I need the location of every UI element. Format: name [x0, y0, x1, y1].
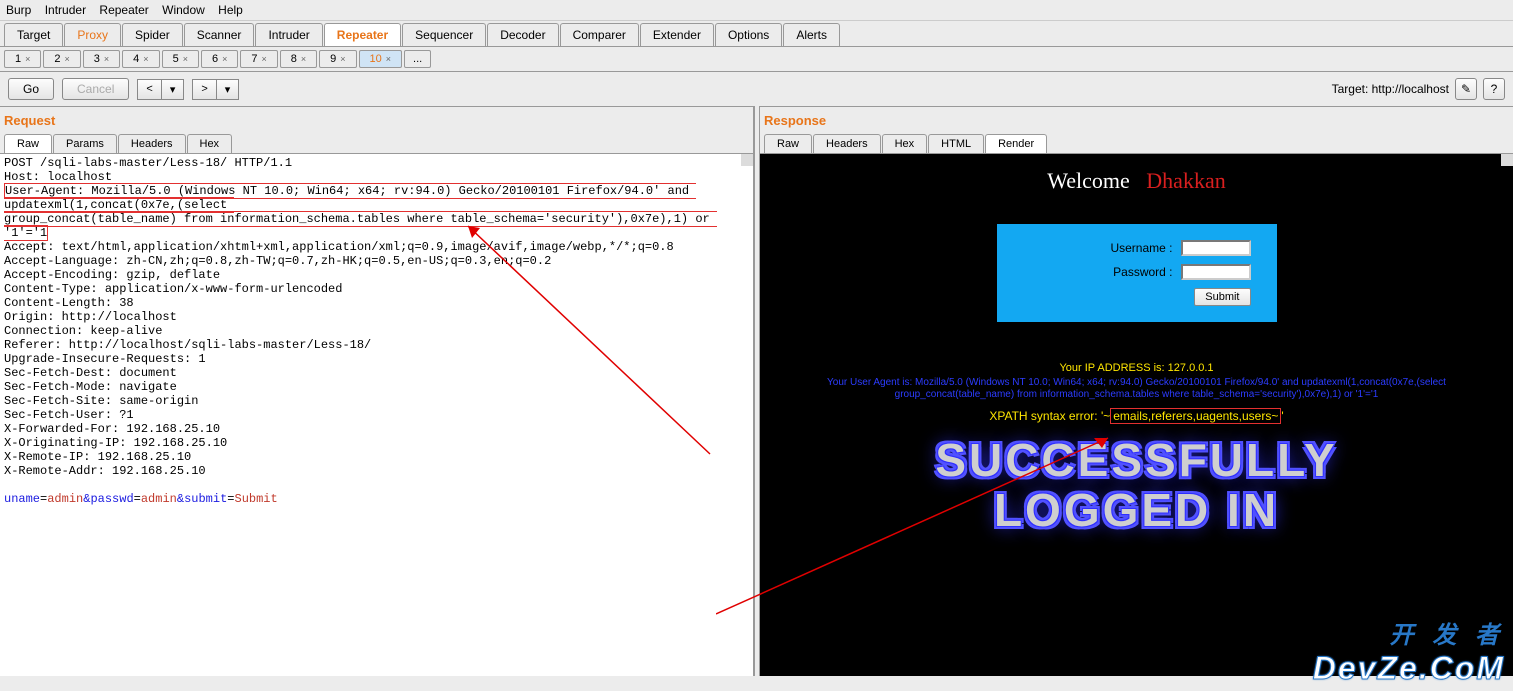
tab-spider[interactable]: Spider: [122, 23, 183, 46]
action-bar: Go Cancel < ▾ > ▾ Target: http://localho…: [0, 72, 1513, 106]
sub-tab-8[interactable]: 8×: [280, 50, 317, 68]
edit-target-button[interactable]: ✎: [1455, 78, 1477, 100]
tab-extender[interactable]: Extender: [640, 23, 714, 46]
sub-tab-9[interactable]: 9×: [319, 50, 356, 68]
request-tab-headers[interactable]: Headers: [118, 134, 186, 153]
close-icon[interactable]: ×: [65, 54, 70, 64]
xpath-leaked-tables: emails,referers,uagents,users~: [1110, 408, 1281, 424]
ip-address-line: Your IP ADDRESS is: 127.0.0.1: [760, 362, 1513, 374]
welcome-heading: Welcome Dhakkan: [760, 168, 1513, 194]
password-input[interactable]: [1181, 264, 1251, 280]
menu-window[interactable]: Window: [162, 3, 205, 17]
scroll-corner: [741, 154, 753, 166]
question-icon: ?: [1491, 82, 1498, 96]
close-icon[interactable]: ×: [104, 54, 109, 64]
request-tab-raw[interactable]: Raw: [4, 134, 52, 153]
history-nav: < ▾: [137, 79, 184, 100]
close-icon[interactable]: ×: [340, 54, 345, 64]
close-icon[interactable]: ×: [386, 54, 391, 64]
response-title: Response: [760, 107, 1513, 134]
scroll-corner: [1501, 154, 1513, 166]
sub-tab-more[interactable]: ...: [404, 50, 431, 68]
sub-tab-10[interactable]: 10×: [359, 50, 403, 68]
tab-scanner[interactable]: Scanner: [184, 23, 255, 46]
response-body[interactable]: Welcome Dhakkan Username : Password : Su…: [760, 153, 1513, 676]
repeater-sub-tabs: 1× 2× 3× 4× 5× 6× 7× 8× 9× 10× ...: [0, 47, 1513, 72]
user-agent-line: Your User Agent is: Mozilla/5.0 (Windows…: [760, 377, 1513, 401]
raw-request-text[interactable]: POST /sqli-labs-master/Less-18/ HTTP/1.1…: [0, 154, 753, 508]
tab-decoder[interactable]: Decoder: [487, 23, 558, 46]
menu-bar: Burp Intruder Repeater Window Help: [0, 0, 1513, 21]
next-dropdown[interactable]: ▾: [217, 79, 240, 100]
sub-tab-7[interactable]: 7×: [240, 50, 277, 68]
tab-target[interactable]: Target: [4, 23, 63, 46]
request-panel: Request Raw Params Headers Hex POST /sql…: [0, 106, 754, 676]
login-form: Username : Password : Submit: [997, 224, 1277, 322]
request-tab-params[interactable]: Params: [53, 134, 117, 153]
pencil-icon: ✎: [1461, 82, 1471, 96]
response-tab-render[interactable]: Render: [985, 134, 1047, 153]
sub-tab-3[interactable]: 3×: [83, 50, 120, 68]
tab-repeater[interactable]: Repeater: [324, 23, 401, 46]
prev-button[interactable]: <: [137, 79, 161, 100]
close-icon[interactable]: ×: [25, 54, 30, 64]
tab-alerts[interactable]: Alerts: [783, 23, 840, 46]
tab-options[interactable]: Options: [715, 23, 782, 46]
xpath-error-line: XPATH syntax error: '~emails,referers,ua…: [760, 409, 1513, 423]
prev-dropdown[interactable]: ▾: [162, 79, 185, 100]
request-title: Request: [0, 107, 753, 134]
close-icon[interactable]: ×: [261, 54, 266, 64]
menu-burp[interactable]: Burp: [6, 3, 31, 17]
submit-button[interactable]: Submit: [1194, 288, 1250, 306]
request-body[interactable]: POST /sqli-labs-master/Less-18/ HTTP/1.1…: [0, 153, 753, 676]
response-tab-html[interactable]: HTML: [928, 134, 984, 153]
tab-sequencer[interactable]: Sequencer: [402, 23, 486, 46]
password-label: Password :: [1113, 265, 1172, 279]
response-panel: Response Raw Headers Hex HTML Render Wel…: [760, 106, 1513, 676]
username-input[interactable]: [1181, 240, 1251, 256]
close-icon[interactable]: ×: [222, 54, 227, 64]
close-icon[interactable]: ×: [143, 54, 148, 64]
menu-repeater[interactable]: Repeater: [99, 3, 148, 17]
request-tab-hex[interactable]: Hex: [187, 134, 233, 153]
success-banner: SUCCESSFULLY LOGGED IN: [760, 435, 1513, 535]
help-button[interactable]: ?: [1483, 78, 1505, 100]
tool-tabs: Target Proxy Spider Scanner Intruder Rep…: [0, 21, 1513, 47]
response-tab-raw[interactable]: Raw: [764, 134, 812, 153]
username-label: Username :: [1110, 241, 1172, 255]
sub-tab-5[interactable]: 5×: [162, 50, 199, 68]
sub-tab-6[interactable]: 6×: [201, 50, 238, 68]
cancel-button[interactable]: Cancel: [62, 78, 129, 100]
target-label: Target: http://localhost: [1332, 82, 1449, 96]
menu-help[interactable]: Help: [218, 3, 243, 17]
close-icon[interactable]: ×: [301, 54, 306, 64]
sub-tab-2[interactable]: 2×: [43, 50, 80, 68]
next-button[interactable]: >: [192, 79, 216, 100]
tab-intruder[interactable]: Intruder: [255, 23, 322, 46]
tab-comparer[interactable]: Comparer: [560, 23, 639, 46]
tab-proxy[interactable]: Proxy: [64, 23, 121, 46]
sub-tab-4[interactable]: 4×: [122, 50, 159, 68]
close-icon[interactable]: ×: [183, 54, 188, 64]
highlighted-ua-header: User-Agent: Mozilla/5.0 (Windows NT 10.0…: [4, 183, 717, 241]
sub-tab-1[interactable]: 1×: [4, 50, 41, 68]
go-button[interactable]: Go: [8, 78, 54, 100]
menu-intruder[interactable]: Intruder: [45, 3, 86, 17]
response-tab-hex[interactable]: Hex: [882, 134, 928, 153]
response-tab-headers[interactable]: Headers: [813, 134, 881, 153]
